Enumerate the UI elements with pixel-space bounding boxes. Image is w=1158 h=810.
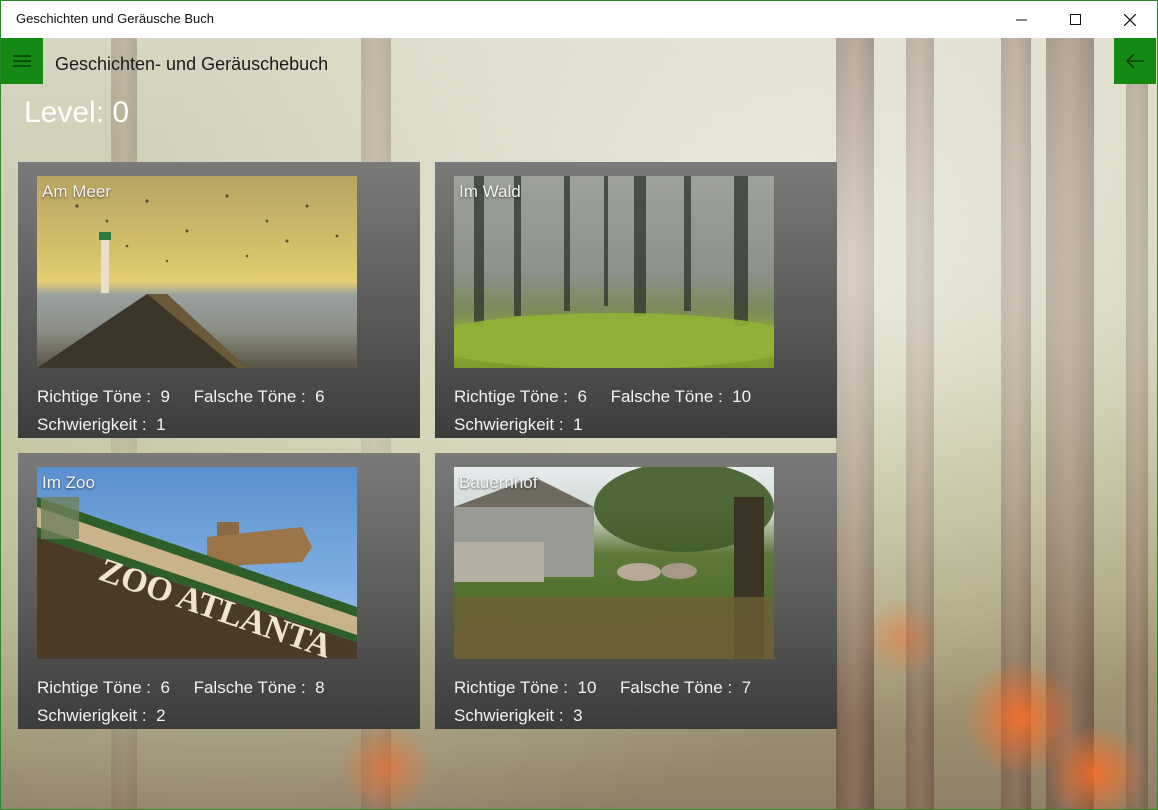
arrow-left-icon: [1125, 53, 1144, 69]
correct-value: 6: [577, 387, 587, 406]
close-icon: [1124, 13, 1136, 26]
difficulty-value: 3: [573, 706, 583, 725]
correct-value: 6: [160, 678, 170, 697]
difficulty-value: 1: [156, 415, 166, 434]
farm-image: Bauernhof: [454, 467, 774, 659]
card-stats: Richtige Töne : 10 Falsche Töne : 7 Schw…: [454, 674, 751, 730]
story-card-bauernhof[interactable]: Bauernhof Richtige Töne : 10 Falsche Tön…: [435, 453, 837, 729]
wrong-value: 10: [732, 387, 752, 406]
maximize-button[interactable]: [1049, 1, 1103, 38]
difficulty-label: Schwierigkeit :: [37, 706, 147, 725]
menu-button[interactable]: [1, 38, 43, 84]
window-title: Geschichten und Geräusche Buch: [16, 11, 215, 26]
story-card-im-zoo[interactable]: ZOO ATLANTA Im Zoo Richtige Töne : 6 Fal…: [18, 453, 420, 729]
wrong-label: Falsche Töne :: [193, 678, 306, 697]
correct-value: 10: [577, 678, 597, 697]
app-title: Geschichten- und Geräuschebuch: [55, 54, 329, 74]
level-display: Level: 0: [24, 96, 130, 129]
story-card-im-wald[interactable]: Im Wald Richtige Töne : 6 Falsche Töne :…: [435, 162, 837, 438]
correct-label: Richtige Töne :: [454, 387, 569, 406]
story-card-am-meer[interactable]: Am Meer Richtige Töne : 9 Falsche Töne :…: [18, 162, 420, 438]
difficulty-label: Schwierigkeit :: [37, 415, 147, 434]
card-stats: Richtige Töne : 9 Falsche Töne : 6 Schwi…: [37, 383, 325, 439]
wrong-value: 8: [315, 678, 325, 697]
wrong-label: Falsche Töne :: [610, 387, 723, 406]
zoo-image: ZOO ATLANTA Im Zoo: [37, 467, 357, 659]
minimize-button[interactable]: [995, 1, 1049, 38]
wrong-value: 6: [315, 387, 325, 406]
sea-image: Am Meer: [37, 176, 357, 368]
card-title: Bauernhof: [459, 473, 538, 492]
back-button[interactable]: [1114, 38, 1156, 84]
difficulty-label: Schwierigkeit :: [454, 706, 564, 725]
card-stats: Richtige Töne : 6 Falsche Töne : 10 Schw…: [454, 383, 751, 439]
wrong-label: Falsche Töne :: [193, 387, 306, 406]
app-window: Geschichten und Geräusche Buch Geschicht…: [0, 0, 1158, 810]
card-title: Im Wald: [459, 182, 521, 201]
correct-value: 9: [160, 387, 170, 406]
hamburger-icon: [13, 55, 31, 67]
title-bar: Geschichten und Geräusche Buch: [1, 1, 1157, 38]
maximize-icon: [1070, 13, 1081, 25]
close-button[interactable]: [1103, 1, 1157, 38]
correct-label: Richtige Töne :: [37, 678, 152, 697]
card-stats: Richtige Töne : 6 Falsche Töne : 8 Schwi…: [37, 674, 325, 730]
card-title: Am Meer: [42, 182, 111, 201]
wrong-label: Falsche Töne :: [620, 678, 733, 697]
correct-label: Richtige Töne :: [454, 678, 569, 697]
difficulty-value: 2: [156, 706, 166, 725]
card-title: Im Zoo: [42, 473, 95, 492]
forest-image: Im Wald: [454, 176, 774, 368]
minimize-icon: [1016, 19, 1027, 20]
wrong-value: 7: [741, 678, 752, 697]
correct-label: Richtige Töne :: [37, 387, 152, 406]
difficulty-value: 1: [573, 415, 583, 434]
difficulty-label: Schwierigkeit :: [454, 415, 564, 434]
